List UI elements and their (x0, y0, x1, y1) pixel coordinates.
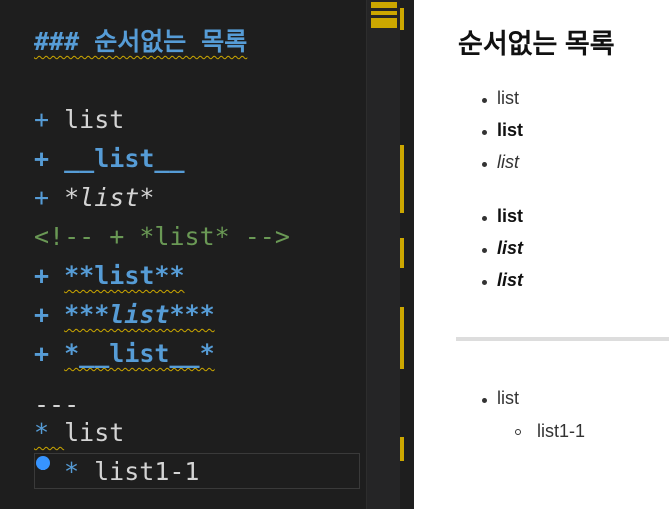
horizontal-rule (456, 337, 669, 341)
editor-line: + list (34, 105, 125, 134)
preview-list-item: list (497, 388, 519, 408)
minimap[interactable] (366, 0, 401, 509)
preview-nested-list-item: list1-1 (537, 421, 586, 441)
ruler-mark (400, 307, 404, 369)
bullet-icon (482, 280, 487, 285)
preview-list-item: list (497, 152, 519, 172)
editor-line: + **list** (34, 261, 185, 290)
ruler-mark (400, 145, 404, 213)
preview-list-item: list (497, 120, 524, 140)
minimap-mark (371, 18, 397, 28)
editor-line: + *__list__* (34, 339, 215, 368)
bullet-icon (482, 248, 487, 253)
circle-bullet-icon (515, 429, 521, 435)
editor-line-comment: <!-- + *list* --> (34, 222, 290, 251)
minimap-mark (371, 11, 397, 15)
preview-list-item: list (497, 238, 524, 258)
editor-line: * list1-1 (64, 457, 200, 486)
bullet-icon (482, 216, 487, 221)
editor-line: * list (34, 418, 125, 447)
markdown-preview: 순서없는 목록 list list list list list list li… (414, 0, 669, 509)
preview-heading: 순서없는 목록 (458, 29, 615, 59)
ruler-mark (400, 437, 404, 461)
lightbulb-icon[interactable] (36, 456, 50, 470)
bullet-icon (482, 98, 487, 103)
bullet-icon (482, 398, 487, 403)
preview-list-item: list (497, 88, 519, 108)
editor-line: + __list__ (34, 144, 185, 173)
editor-line-heading: ### 순서없는 목록 (34, 27, 248, 56)
ruler-mark (400, 238, 404, 268)
preview-list-item: list (497, 206, 524, 226)
minimap-mark (371, 2, 397, 8)
editor-line: + *list* (34, 183, 155, 212)
editor-line: + ***list*** (34, 300, 215, 329)
preview-list-item: list (497, 270, 524, 290)
bullet-icon (482, 130, 487, 135)
markdown-editor[interactable]: ### 순서없는 목록 + list + __list__ + *list* <… (0, 0, 400, 509)
bullet-icon (482, 162, 487, 167)
overview-ruler (400, 0, 414, 509)
ruler-mark (400, 8, 404, 30)
